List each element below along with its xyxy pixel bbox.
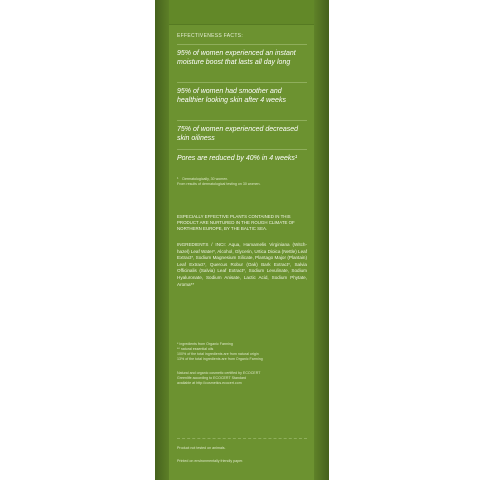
fact-rule — [177, 149, 307, 150]
bottom-divider — [177, 438, 307, 439]
box-top-flap — [169, 0, 314, 25]
eco-paper-note: Printed on environmentally friendly pape… — [177, 459, 244, 463]
ingredients-list: INGREDIENTS / INCI: Aqua, Hamamelis Virg… — [177, 242, 307, 287]
note-organic-farming: 13% of the total ingredients are from Or… — [177, 357, 263, 361]
box-side-right — [314, 0, 329, 480]
plants-statement: ESPECIALLY EFFECTIVE PLANTS CONTAINED IN… — [177, 214, 295, 231]
footnote-line-2: From results of dermatological testing o… — [177, 182, 261, 186]
footnote-line-1: Dermatologically, 30 women. — [182, 177, 229, 181]
ingredient-notes: * ingredients from Organic Farming ** na… — [177, 342, 297, 362]
facts-footnote: ¹ Dermatologically, 30 women. From result… — [177, 176, 267, 187]
effectiveness-facts-title: EFFECTIVENESS FACTS: — [177, 33, 244, 39]
fact-item-2: 95% of women had smoother and healthier … — [177, 88, 286, 104]
fact-rule — [177, 82, 307, 83]
box-side-left — [155, 0, 169, 480]
footnote-mark: ¹ — [177, 176, 179, 181]
fact-item-4: Pores are reduced by 40% in 4 weeks¹ — [177, 155, 298, 162]
fact-rule — [177, 120, 307, 121]
not-tested-on-animals: Product not tested on animals. — [177, 446, 226, 450]
fact-item-1: 95% of women experienced an instant mois… — [177, 50, 296, 66]
fact-rule — [177, 44, 307, 45]
certification-line-3: available at http://cosmetics.ecocert.co… — [177, 381, 242, 385]
box-back-panel: EFFECTIVENESS FACTS: 95% of women experi… — [169, 0, 314, 480]
fact-item-3: 75% of women experienced decreased skin … — [177, 126, 299, 142]
certification-block: Natural and organic cosmetic certified b… — [177, 371, 297, 386]
